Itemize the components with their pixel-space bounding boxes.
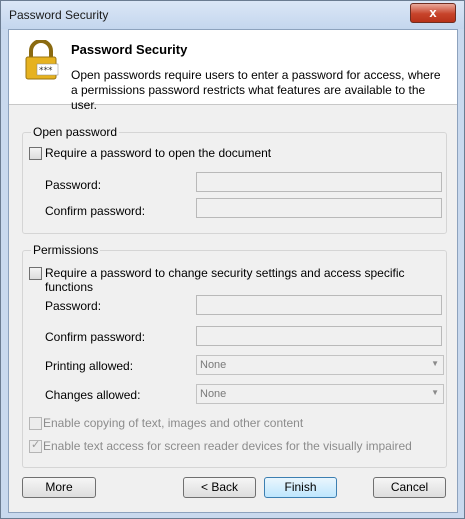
printing-allowed-value: None [200, 359, 227, 371]
permissions-password-field[interactable] [196, 295, 442, 315]
permissions-group: Permissions Require a password to change… [22, 243, 447, 468]
open-password-group-label: Open password [31, 125, 120, 139]
require-permissions-password-checkbox[interactable] [29, 267, 42, 280]
enable-screen-reader-checkbox[interactable]: ✓ [29, 439, 42, 453]
chevron-down-icon: ▼ [431, 359, 439, 368]
more-button[interactable]: More [22, 477, 96, 498]
changes-allowed-label: Changes allowed: [45, 388, 141, 402]
printing-allowed-label: Printing allowed: [45, 359, 134, 373]
open-password-group: Open password Require a password to open… [22, 125, 447, 234]
password-security-dialog: Password Security x *** Password Securit… [0, 0, 465, 519]
permissions-confirm-password-label: Confirm password: [45, 330, 146, 344]
back-button[interactable]: < Back [183, 477, 256, 498]
svg-text:***: *** [39, 66, 53, 76]
header-description: Open passwords require users to enter a … [71, 68, 441, 112]
enable-copying-label: Enable copying of text, images and other… [43, 416, 304, 430]
permissions-password-label: Password: [45, 299, 102, 313]
window-title: Password Security [9, 8, 109, 22]
require-open-password-label: Require a password to open the document [45, 146, 272, 160]
close-icon: x [429, 5, 437, 20]
open-password-field[interactable] [196, 172, 442, 192]
changes-allowed-value: None [200, 388, 227, 400]
printing-allowed-select[interactable]: None ▼ [196, 355, 444, 375]
checkmark-icon: ✓ [31, 439, 41, 451]
lock-icon: *** [25, 40, 59, 80]
open-password-label: Password: [45, 178, 102, 192]
close-button[interactable]: x [410, 3, 456, 23]
header-title: Password Security [71, 42, 188, 57]
dialog-header: *** Password Security Open passwords req… [9, 30, 457, 112]
require-permissions-password-label: Require a password to change security se… [45, 266, 405, 294]
dialog-body: *** Password Security Open passwords req… [8, 29, 458, 513]
enable-copying-checkbox[interactable] [29, 417, 42, 430]
open-confirm-password-field[interactable] [196, 198, 442, 218]
permissions-group-label: Permissions [31, 243, 101, 257]
finish-button[interactable]: Finish [264, 477, 337, 498]
enable-screen-reader-label: Enable text access for screen reader dev… [43, 439, 412, 453]
open-confirm-password-label: Confirm password: [45, 204, 146, 218]
require-open-password-checkbox[interactable] [29, 147, 42, 160]
changes-allowed-select[interactable]: None ▼ [196, 384, 444, 404]
title-bar[interactable]: Password Security x [1, 1, 464, 29]
chevron-down-icon: ▼ [431, 388, 439, 397]
permissions-confirm-password-field[interactable] [196, 326, 442, 346]
cancel-button[interactable]: Cancel [373, 477, 446, 498]
